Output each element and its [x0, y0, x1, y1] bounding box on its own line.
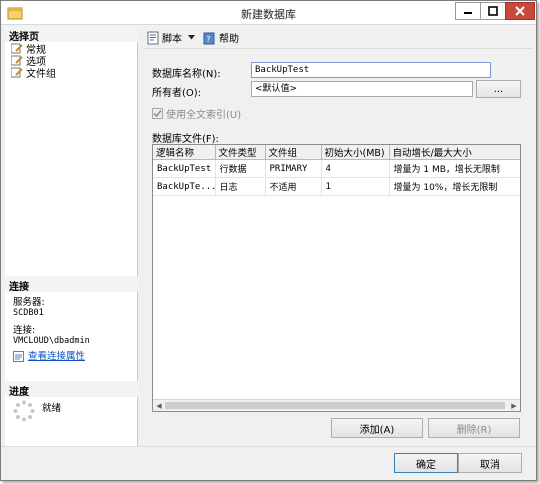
page-wrench-icon — [11, 55, 23, 65]
connection-header: 连接 — [5, 276, 138, 293]
server-label: 服务器: — [13, 297, 45, 308]
autogrowth-value: 增量为 10%，增长无限制 — [393, 183, 498, 193]
progress-spinner-icon — [13, 400, 35, 422]
initial-size-cell[interactable]: 4 — [320, 159, 390, 178]
scrollbar-thumb[interactable] — [165, 402, 505, 409]
column-header-logical-name[interactable]: 逻辑名称 — [153, 145, 216, 160]
column-header-initial-size[interactable]: 初始大小(MB) — [321, 145, 390, 160]
table-row[interactable]: BackUpTe... 日志 不适用 1 增量为 10%，增长无限制 — [153, 177, 520, 196]
initial-size-cell[interactable]: 1 — [320, 177, 390, 196]
help-icon: ? — [203, 32, 215, 44]
database-files-label: 数据库文件(F): — [152, 134, 219, 145]
ok-button[interactable]: 确定 — [394, 453, 458, 473]
maximize-button[interactable] — [480, 2, 506, 20]
add-file-button[interactable]: 添加(A) — [331, 418, 423, 438]
column-header-autogrowth[interactable]: 自动增长/最大大小 — [389, 145, 520, 160]
connection-label: 连接: — [13, 325, 36, 336]
column-header-file-type[interactable]: 文件类型 — [215, 145, 266, 160]
table-row[interactable]: BackUpTest 行数据 PRIMARY 4 增量为 1 MB，增长无限制 — [153, 159, 520, 178]
file-type-cell[interactable]: 行数据 — [215, 159, 266, 178]
logical-name-cell[interactable]: BackUpTe... — [153, 177, 216, 196]
connection-value: VMCLOUD\dbadmin — [13, 336, 90, 346]
database-name-input[interactable]: BackUpTest — [251, 62, 491, 78]
page-wrench-icon — [11, 67, 23, 77]
view-connection-properties-link[interactable]: 查看连接属性 — [13, 351, 85, 362]
remove-file-button[interactable]: 删除(R) — [428, 418, 520, 438]
column-header-filegroup[interactable]: 文件组 — [265, 145, 322, 160]
help-label: 帮助 — [219, 34, 239, 45]
script-dropdown[interactable] — [185, 29, 200, 47]
database-files-grid: 逻辑名称 文件类型 文件组 初始大小(MB) 自动增长/最大大小 BackUpT… — [152, 144, 521, 412]
scroll-right-icon[interactable]: ▶ — [509, 401, 519, 411]
autogrowth-cell[interactable]: 增量为 10%，增长无限制 — [389, 177, 520, 196]
filegroup-cell[interactable]: 不适用 — [265, 177, 322, 196]
new-database-dialog: 新建数据库 选择页 常规 选项 文件组 连接 服务器: SCDB01 连接: V… — [0, 0, 537, 481]
toolbar: 脚本 ? 帮助 — [143, 27, 533, 49]
script-button[interactable]: 脚本 — [143, 29, 185, 47]
close-icon — [515, 6, 525, 16]
minimize-icon — [464, 12, 472, 14]
filegroup-cell[interactable]: PRIMARY — [265, 159, 322, 178]
autogrowth-cell[interactable]: 增量为 1 MB，增长无限制 — [389, 159, 520, 178]
progress-header: 进度 — [5, 381, 138, 398]
database-name-label: 数据库名称(N): — [152, 69, 221, 80]
fulltext-checkbox[interactable]: 使用全文索引(U) — [152, 106, 241, 121]
chevron-down-icon — [188, 35, 195, 40]
owner-browse-button[interactable]: ... — [476, 80, 521, 98]
file-type-cell[interactable]: 日志 — [215, 177, 266, 196]
dialog-footer: 确定 取消 — [1, 446, 536, 480]
cancel-button[interactable]: 取消 — [458, 453, 522, 473]
logical-name-cell[interactable]: BackUpTest — [153, 159, 216, 178]
title-bar: 新建数据库 — [1, 1, 536, 25]
scroll-left-icon[interactable]: ◀ — [154, 401, 164, 411]
script-label: 脚本 — [162, 34, 182, 45]
maximize-icon — [488, 6, 498, 16]
close-button[interactable] — [505, 2, 535, 20]
owner-label: 所有者(O): — [152, 88, 202, 99]
minimize-button[interactable] — [455, 2, 481, 20]
checkbox-checked-icon — [152, 108, 163, 119]
page-item-filegroups[interactable]: 文件组 — [11, 66, 56, 80]
autogrowth-value: 增量为 1 MB，增长无限制 — [393, 165, 500, 175]
script-icon — [147, 31, 159, 44]
server-value: SCDB01 — [13, 308, 44, 318]
progress-status: 就绪 — [42, 403, 62, 414]
view-connection-properties-label: 查看连接属性 — [28, 351, 86, 362]
select-page-header: 选择页 — [5, 26, 138, 43]
page-item-label: 文件组 — [26, 68, 56, 80]
owner-input[interactable]: <默认值> — [251, 81, 473, 97]
properties-icon — [13, 351, 24, 362]
svg-text:?: ? — [206, 35, 210, 44]
left-panel: 选择页 常规 选项 文件组 连接 服务器: SCDB01 连接: VMCLOUD… — [5, 26, 138, 446]
fulltext-label: 使用全文索引(U) — [166, 110, 242, 121]
help-button[interactable]: ? 帮助 — [200, 29, 242, 47]
horizontal-scrollbar[interactable]: ◀ ▶ — [153, 399, 520, 411]
page-wrench-icon — [11, 43, 23, 53]
